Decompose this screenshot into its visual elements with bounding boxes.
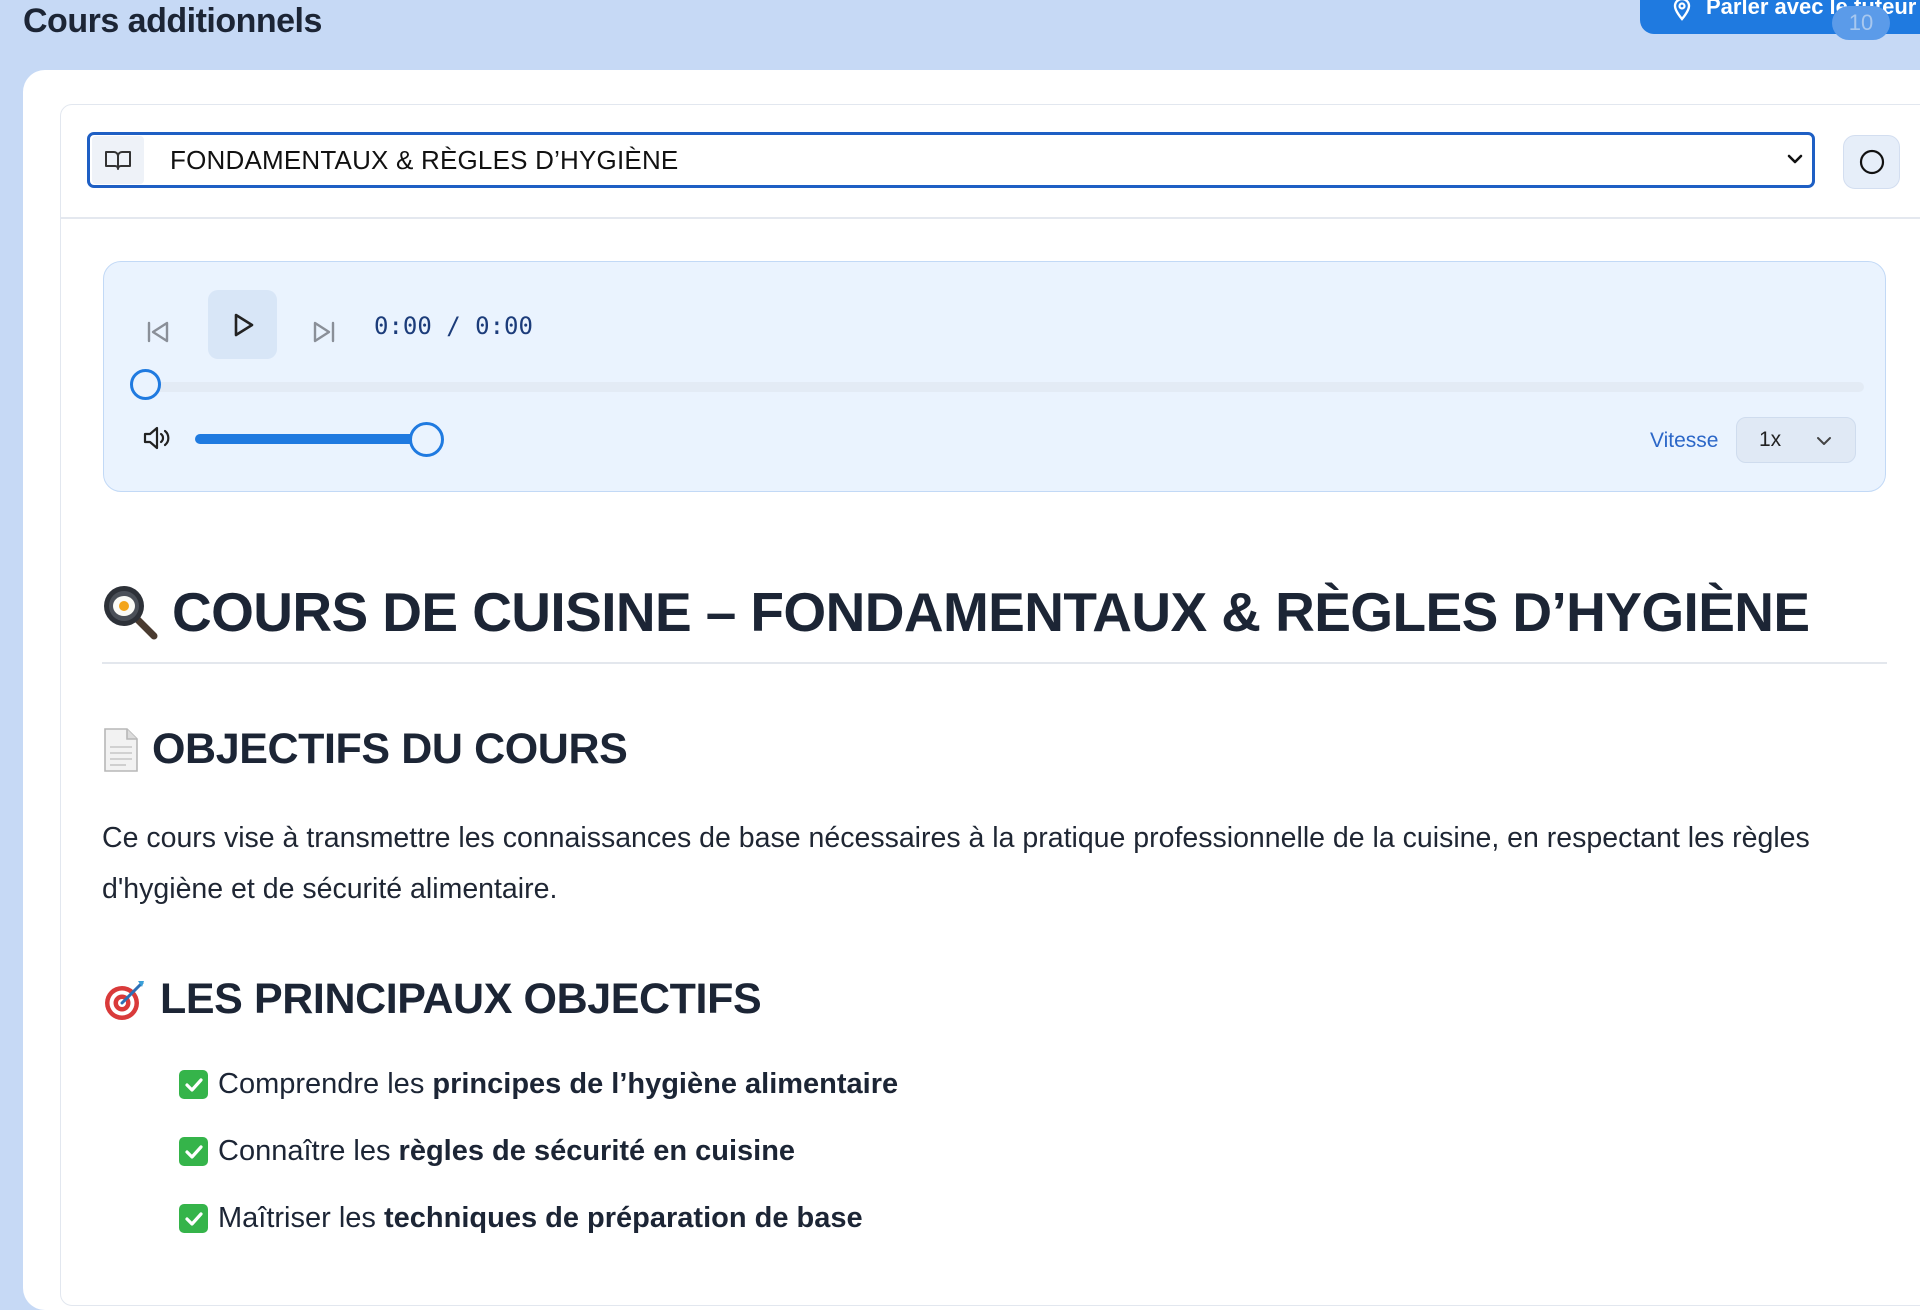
title-divider bbox=[102, 662, 1887, 664]
checkmark-icon bbox=[179, 1137, 208, 1166]
page-title: Cours additionnels bbox=[23, 2, 322, 40]
speed-select[interactable]: 1x bbox=[1736, 417, 1856, 463]
objective-emphasis: techniques de préparation de base bbox=[383, 1202, 863, 1234]
course-select[interactable]: FONDAMENTAUX & RÈGLES D’HYGIÈNE bbox=[87, 132, 1815, 188]
target-icon bbox=[105, 980, 144, 1020]
objective-item: Connaître les règles de sécurité en cuis… bbox=[179, 1135, 795, 1168]
objective-emphasis: principes de l’hygiène alimentaire bbox=[432, 1068, 899, 1100]
course-description: Ce cours vise à transmettre les connaiss… bbox=[102, 822, 1810, 905]
section-objectives-heading: OBJECTIFS DU COURS bbox=[102, 725, 628, 774]
course-title: COURS DE CUISINE – FONDAMENTAUX & RÈGLES… bbox=[102, 580, 1810, 644]
objective-prefix: Connaître les bbox=[218, 1135, 399, 1167]
volume-icon[interactable] bbox=[142, 425, 172, 451]
toolbar-divider bbox=[61, 217, 1920, 219]
chevron-down-icon bbox=[1817, 437, 1831, 445]
next-button[interactable] bbox=[304, 312, 344, 352]
volume-handle[interactable] bbox=[409, 422, 444, 457]
seek-handle[interactable] bbox=[130, 369, 161, 400]
speed-value: 1x bbox=[1759, 428, 1782, 451]
checkmark-icon bbox=[179, 1070, 208, 1099]
time-display: 0:00 / 0:00 bbox=[374, 312, 533, 340]
section-main-objectives-heading: LES PRINCIPAUX OBJECTIFS bbox=[102, 975, 762, 1024]
frying-pan-icon bbox=[104, 586, 158, 640]
objective-prefix: Maîtriser les bbox=[218, 1202, 384, 1234]
play-button[interactable] bbox=[208, 290, 277, 359]
circle-action-button[interactable] bbox=[1843, 135, 1900, 189]
page-icon bbox=[104, 727, 138, 772]
skip-forward-icon bbox=[313, 321, 335, 343]
location-pin-icon bbox=[1673, 0, 1691, 21]
play-icon bbox=[234, 313, 253, 336]
tutor-badge: 10 bbox=[1832, 6, 1890, 40]
objective-item: Comprendre les principes de l’hygiène al… bbox=[179, 1068, 898, 1101]
section-main-objectives-title: LES PRINCIPAUX OBJECTIFS bbox=[160, 975, 762, 1023]
section-objectives-title: OBJECTIFS DU COURS bbox=[152, 725, 628, 773]
skip-back-icon bbox=[147, 321, 169, 343]
course-title-text: COURS DE CUISINE – FONDAMENTAUX & RÈGLES… bbox=[172, 581, 1810, 643]
seek-track[interactable] bbox=[144, 382, 1864, 392]
circle-icon bbox=[1859, 149, 1884, 175]
volume-slider[interactable] bbox=[195, 434, 435, 444]
objective-item: Maîtriser les techniques de préparation … bbox=[179, 1202, 863, 1235]
chevron-down-icon bbox=[1787, 154, 1803, 164]
previous-button[interactable] bbox=[138, 312, 178, 352]
course-select-value: FONDAMENTAUX & RÈGLES D’HYGIÈNE bbox=[170, 144, 679, 175]
objective-prefix: Comprendre les bbox=[218, 1068, 433, 1100]
speed-label: Vitesse bbox=[1650, 429, 1719, 452]
audio-player: 0:00 / 0:00 Vitesse 1x bbox=[103, 261, 1886, 492]
book-icon bbox=[92, 136, 144, 184]
objective-emphasis: règles de sécurité en cuisine bbox=[398, 1135, 796, 1167]
checkmark-icon bbox=[179, 1204, 208, 1233]
